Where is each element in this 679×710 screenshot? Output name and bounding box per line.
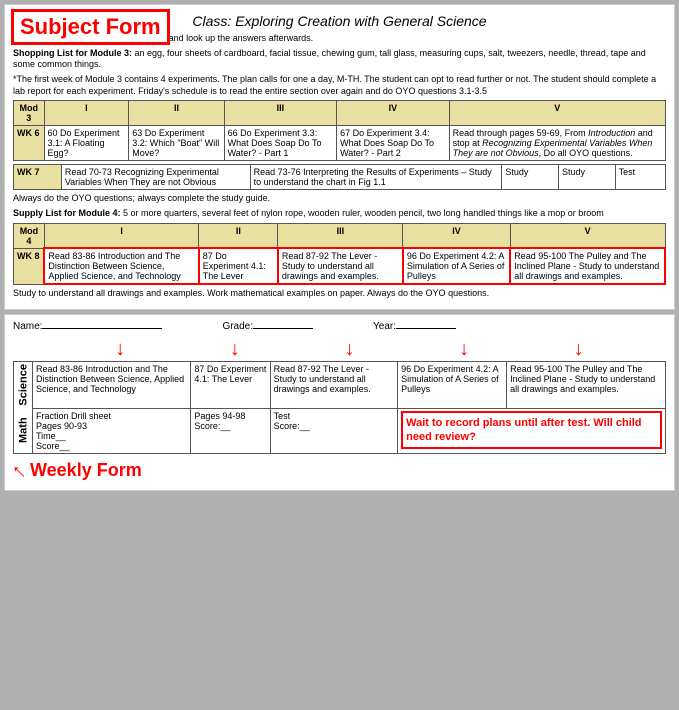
wk7-study1: Study	[502, 165, 559, 190]
mod4-header-2: II	[199, 223, 278, 248]
wk6-label: WK 6	[14, 126, 45, 161]
math-col1: Fraction Drill sheetPages 90-93Time__Sco…	[33, 408, 191, 453]
weekly-form-panel: Name: Grade: Year: ↓ ↓ ↓ ↓ ↓ Science Rea…	[4, 314, 675, 491]
science-col1: Read 83-86 Introduction and The Distinct…	[33, 362, 191, 409]
science-label: Science	[14, 362, 33, 409]
science-col3: Read 87-92 The Lever - Study to understa…	[270, 362, 397, 409]
year-label: Year:	[373, 321, 456, 332]
math-col4: Wait to record plans until after test. W…	[398, 408, 666, 453]
arrow1-icon: ↓	[115, 338, 125, 361]
mod4-header-3: III	[278, 223, 403, 248]
arrows-row: ↓ ↓ ↓ ↓ ↓	[13, 338, 666, 361]
weekly-form-title: Weekly Form	[30, 460, 142, 481]
wk7-study2: Study	[559, 165, 616, 190]
wait-box: Wait to record plans until after test. W…	[401, 411, 662, 450]
name-grade-year: Name: Grade: Year:	[13, 321, 666, 332]
mod3-header-4: IV	[337, 101, 449, 126]
wk8-col2: 87 Do Experiment 4.1: The Lever	[199, 248, 278, 284]
arrow3-icon: ↓	[344, 338, 354, 361]
wk6-col2: 63 Do Experiment 3.2: Which "Boat" Will …	[129, 126, 224, 161]
math-label: Math	[14, 408, 33, 453]
arrow5-icon: ↓	[574, 338, 584, 361]
mod3-header-5: V	[449, 101, 665, 126]
mod3-header-mod: Mod 3	[14, 101, 45, 126]
subject-form-panel: Subject Form Class: Exploring Creation w…	[4, 4, 675, 310]
math-col2: Pages 94-98Score:__	[191, 408, 270, 453]
mod3-header-2: II	[129, 101, 224, 126]
wk7-label: WK 7	[14, 165, 62, 190]
math-col3: TestScore:__	[270, 408, 397, 453]
wk8-col4: 96 Do Experiment 4.2: A Simulation of A …	[403, 248, 510, 284]
wk6-col5: Read through pages 59-69, From Introduct…	[449, 126, 665, 161]
wk6-col3: 66 Do Experiment 3.3: What Does Soap Do …	[224, 126, 336, 161]
wk7-col1: Read 70-73 Recognizing Experimental Vari…	[61, 165, 250, 190]
shopping-list-4: Supply List for Module 4: 5 or more quar…	[13, 208, 666, 220]
mod3-table: Mod 3 I II III IV V WK 6 60 Do Experimen…	[13, 100, 666, 161]
science-col5: Read 95-100 The Pulley and The Inclined …	[507, 362, 666, 409]
shopping-list-3: Shopping List for Module 3: an egg, four…	[13, 48, 666, 71]
arrow2-icon: ↓	[230, 338, 240, 361]
wk8-col3: Read 87-92 The Lever - Study to understa…	[278, 248, 403, 284]
science-col4: 96 Do Experiment 4.2: A Simulation of A …	[398, 362, 507, 409]
mod3-header-1: I	[44, 101, 129, 126]
wk7-test: Test	[615, 165, 665, 190]
mod3-header-3: III	[224, 101, 336, 126]
note1: *The first week of Module 3 contains 4 e…	[13, 74, 666, 97]
mod4-header-1: I	[44, 223, 198, 248]
wk8-col5: Read 95-100 The Pulley and The Inclined …	[510, 248, 665, 284]
mod4-table: Mod 4 I II III IV V WK 8 Read 83-86 Intr…	[13, 223, 666, 286]
mod4-header-5: V	[510, 223, 665, 248]
wk7-table: WK 7 Read 70-73 Recognizing Experimental…	[13, 164, 666, 190]
mod4-header-4: IV	[403, 223, 510, 248]
instructions2: Always do the OYO questions; always comp…	[13, 193, 666, 205]
weekly-form-footer: ↑ Weekly Form	[13, 458, 666, 484]
wk7-col2: Read 73-76 Interpreting the Results of E…	[250, 165, 502, 190]
mod4-header-mod: Mod 4	[14, 223, 45, 248]
math-row: Math Fraction Drill sheetPages 90-93Time…	[14, 408, 666, 453]
wk6-col4: 67 Do Experiment 3.4: What Does Soap Do …	[337, 126, 449, 161]
wk8-label: WK 8	[14, 248, 45, 284]
weekly-table: Science Read 83-86 Introduction and The …	[13, 361, 666, 454]
arrow4-icon: ↓	[459, 338, 469, 361]
science-col2: 87 Do Experiment 4.1: The Lever	[191, 362, 270, 409]
science-row: Science Read 83-86 Introduction and The …	[14, 362, 666, 409]
name-label: Name:	[13, 321, 162, 332]
wk6-col1: 60 Do Experiment 3.1: A Floating Egg?	[44, 126, 129, 161]
weekly-form-arrow-icon: ↑	[5, 458, 31, 484]
instructions3: Study to understand all drawings and exa…	[13, 288, 666, 300]
wk8-col1: Read 83-86 Introduction and The Distinct…	[44, 248, 198, 284]
subject-form-title: Subject Form	[11, 9, 170, 45]
grade-label: Grade:	[222, 321, 313, 332]
mod4-section: Mod 4 I II III IV V WK 8 Read 83-86 Intr…	[13, 223, 666, 286]
